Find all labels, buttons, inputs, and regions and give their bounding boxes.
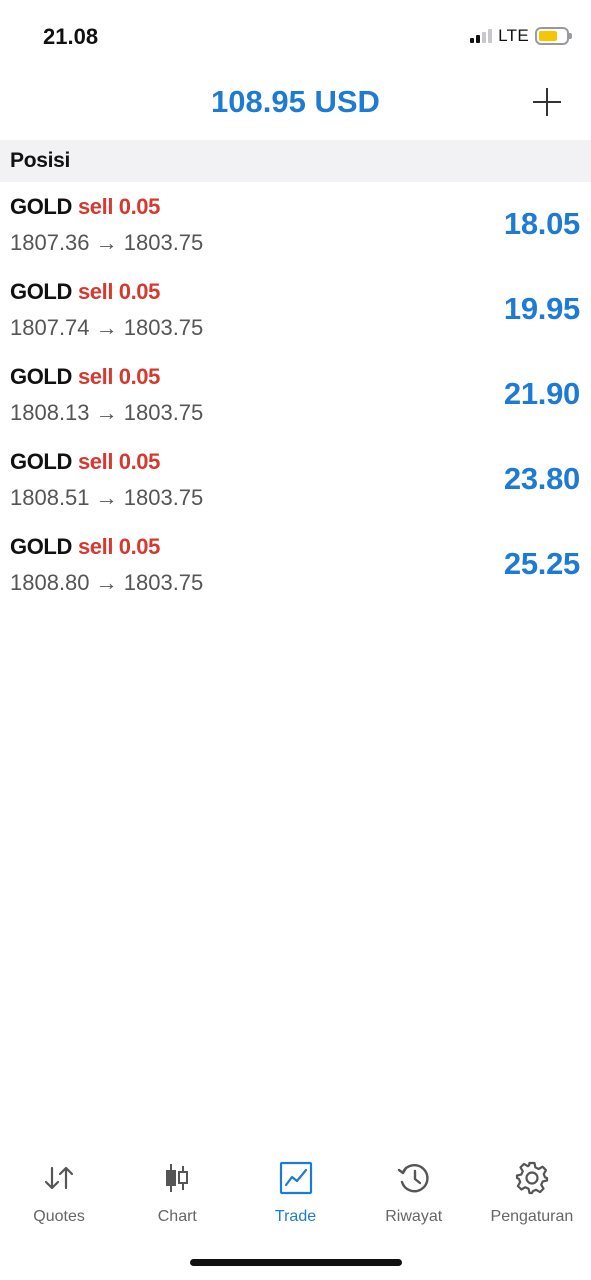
positions-section-header: Posisi [0,140,591,182]
tab-label: Quotes [33,1208,85,1225]
status-bar: 21.08 LTE [0,0,591,68]
tab-pengaturan[interactable]: Pengaturan [473,1150,591,1230]
position-row[interactable]: GOLD sell 0.05 1808.51 → 1803.75 23.80 [0,443,591,528]
position-symbol: GOLD [10,534,72,559]
position-row[interactable]: GOLD sell 0.05 1808.80 → 1803.75 25.25 [0,528,591,613]
arrows-up-down-icon [44,1166,74,1190]
add-order-button[interactable] [527,82,567,122]
position-prices: 1808.13 → 1803.75 [10,400,204,425]
position-symbol: GOLD [10,194,72,219]
tab-chart[interactable]: Chart [118,1150,236,1230]
position-side-volume: sell 0.05 [77,279,160,304]
position-prices: 1807.36 → 1803.75 [10,230,204,255]
position-profit: 18.05 [503,206,580,241]
header: 108.95 USD [0,68,591,140]
candlestick-icon [166,1164,189,1192]
tab-trade[interactable]: Trade [236,1150,354,1230]
account-balance: 108.95 USD [211,84,380,119]
position-side-volume: sell 0.05 [77,364,160,389]
battery-icon [535,27,572,45]
tab-bar: Quotes Chart Trade Riwayat Pengaturan [0,1150,591,1230]
position-row[interactable]: GOLD sell 0.05 1807.36 → 1803.75 18.05 [0,188,591,273]
position-profit: 19.95 [503,291,580,326]
position-profit: 23.80 [503,461,580,496]
position-prices: 1808.51 → 1803.75 [10,485,204,510]
position-row[interactable]: GOLD sell 0.05 1808.13 → 1803.75 21.90 [0,358,591,443]
position-symbol: GOLD [10,449,72,474]
position-profit: 25.25 [503,546,580,581]
history-clock-icon [397,1164,429,1193]
position-symbol: GOLD [10,279,72,304]
tab-label: Riwayat [385,1208,443,1225]
position-side-volume: sell 0.05 [77,534,160,559]
position-profit: 21.90 [503,376,580,411]
position-prices: 1808.80 → 1803.75 [10,570,204,595]
gear-icon [515,1161,549,1195]
section-title: Posisi [10,149,71,172]
signal-strength-icon [470,29,493,43]
home-indicator[interactable] [190,1259,402,1266]
position-side-volume: sell 0.05 [77,194,160,219]
position-symbol: GOLD [10,364,72,389]
network-type: LTE [498,26,529,45]
status-indicators: LTE [470,26,572,46]
tab-label: Trade [274,1208,317,1225]
tab-label: Pengaturan [490,1208,574,1225]
tab-quotes[interactable]: Quotes [0,1150,118,1230]
trend-chart-icon [279,1161,312,1195]
tab-label: Chart [157,1208,197,1225]
position-side-volume: sell 0.05 [77,449,160,474]
position-prices: 1807.74 → 1803.75 [10,315,204,340]
tab-riwayat[interactable]: Riwayat [355,1150,473,1230]
positions-list: GOLD sell 0.05 1807.36 → 1803.75 18.05 GO… [0,188,591,613]
status-time: 21.08 [43,24,99,49]
position-row[interactable]: GOLD sell 0.05 1807.74 → 1803.75 19.95 [0,273,591,358]
